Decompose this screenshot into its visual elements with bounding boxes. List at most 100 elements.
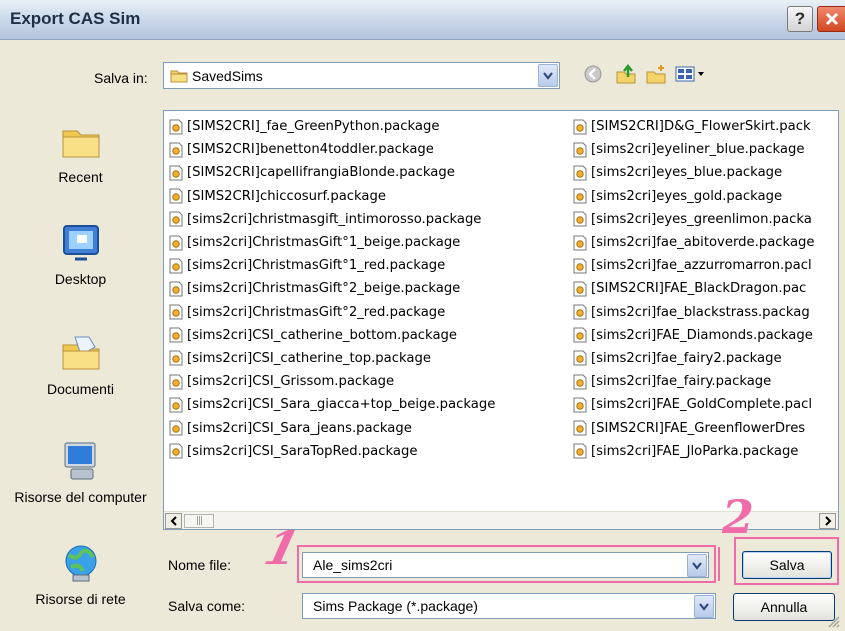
file-name: [SIMS2CRI]FAE_GreenflowerDres	[591, 420, 806, 436]
place-documenti[interactable]: Documenti	[8, 331, 153, 398]
list-item[interactable]: [SIMS2CRI]FAE_GreenflowerDres	[572, 416, 838, 439]
list-item[interactable]: [sims2cri]christmasgift_intimorosso.pack…	[168, 208, 572, 231]
file-name: [SIMS2CRI]chiccosurf.package	[187, 188, 386, 204]
savetype-dropdown[interactable]: Sims Package (*.package)	[302, 593, 716, 619]
up-folder-icon[interactable]	[615, 63, 637, 86]
list-item[interactable]: [sims2cri]fae_azzurromarron.pacl	[572, 254, 838, 277]
file-name: [sims2cri]ChristmasGift°1_beige.package	[187, 235, 461, 251]
package-file-icon	[169, 397, 183, 413]
file-name: [sims2cri]FAE_JloParka.package	[591, 443, 799, 459]
list-item[interactable]: [sims2cri]ChristmasGift°1_red.package	[168, 254, 572, 277]
place-label: Documenti	[47, 381, 114, 397]
file-name: [sims2cri]ChristmasGift°2_beige.package	[187, 281, 461, 297]
package-file-icon	[169, 443, 183, 459]
list-item[interactable]: [sims2cri]ChristmasGift°2_red.package	[168, 301, 572, 324]
list-item[interactable]: [sims2cri]FAE_JloParka.package	[572, 440, 838, 463]
list-item[interactable]: [sims2cri]FAE_Diamonds.package	[572, 324, 838, 347]
place-label: Desktop	[54, 271, 107, 287]
file-name: [SIMS2CRI]_fae_GreenPython.package	[187, 119, 440, 135]
views-menu-icon[interactable]	[675, 64, 707, 86]
list-item[interactable]: [sims2cri]fae_fairy.package	[572, 370, 838, 393]
package-file-icon	[169, 188, 183, 204]
list-item[interactable]: [sims2cri]CSI_Sara_giacca+top_beige.pack…	[168, 393, 572, 416]
recent-folder-icon	[59, 119, 103, 163]
place-network[interactable]: Risorse di rete	[8, 541, 153, 608]
file-name: [sims2cri]fae_azzurromarron.pacl	[591, 258, 812, 274]
list-item[interactable]: [SIMS2CRI]capellifrangiaBlonde.package	[168, 161, 572, 184]
help-button[interactable]: ?	[787, 6, 813, 32]
list-item[interactable]: [sims2cri]CSI_Sara_jeans.package	[168, 416, 572, 439]
package-file-icon	[573, 443, 587, 459]
file-list[interactable]: [SIMS2CRI]_fae_GreenPython.package [SIMS2…	[163, 110, 839, 530]
thumb-grip: |||	[195, 516, 203, 526]
package-file-icon	[573, 211, 587, 227]
chevron-down-icon[interactable]	[538, 64, 558, 87]
savetype-value: Sims Package (*.package)	[313, 598, 478, 614]
list-item[interactable]: [sims2cri]eyeliner_blue.package	[572, 138, 838, 161]
list-item[interactable]: [sims2cri]eyes_greenlimon.packa	[572, 208, 838, 231]
list-item[interactable]: [SIMS2CRI]FAE_BlackDragon.pac	[572, 277, 838, 300]
file-column-1: [SIMS2CRI]_fae_GreenPython.package [SIMS2…	[168, 115, 572, 463]
list-item[interactable]: [sims2cri]CSI_catherine_top.package	[168, 347, 572, 370]
list-item[interactable]: [SIMS2CRI]_fae_GreenPython.package	[168, 115, 572, 138]
package-file-icon	[169, 327, 183, 343]
chevron-down-icon[interactable]	[694, 595, 714, 618]
list-item[interactable]: [SIMS2CRI]chiccosurf.package	[168, 185, 572, 208]
network-places-icon	[59, 541, 103, 585]
package-file-icon	[169, 258, 183, 274]
package-file-icon	[573, 420, 587, 436]
file-name: [sims2cri]eyes_greenlimon.packa	[591, 211, 812, 227]
folder-icon	[170, 68, 188, 86]
documents-folder-icon	[59, 331, 103, 375]
list-item[interactable]: [sims2cri]ChristmasGift°2_beige.package	[168, 277, 572, 300]
list-item[interactable]: [sims2cri]ChristmasGift°1_beige.package	[168, 231, 572, 254]
savetype-label: Salva come:	[168, 598, 246, 614]
file-name: [sims2cri]fae_fairy2.package	[591, 350, 782, 366]
resize-grip-icon[interactable]	[826, 614, 840, 628]
list-item[interactable]: [sims2cri]CSI_SaraTopRed.package	[168, 440, 572, 463]
place-recent[interactable]: Recent	[8, 119, 153, 186]
scroll-left-button[interactable]	[165, 513, 182, 529]
list-item[interactable]: [sims2cri]fae_abitoverde.package	[572, 231, 838, 254]
package-file-icon	[169, 119, 183, 135]
place-label: Risorse di rete	[35, 591, 126, 607]
list-item[interactable]: [sims2cri]fae_blackstrass.packag	[572, 301, 838, 324]
file-name: [sims2cri]christmasgift_intimorosso.pack…	[187, 211, 482, 227]
list-item[interactable]: [SIMS2CRI]benetton4toddler.package	[168, 138, 572, 161]
scroll-right-button[interactable]	[819, 513, 836, 529]
place-computer[interactable]: Risorse del computer	[8, 439, 153, 506]
close-button[interactable]	[817, 6, 845, 32]
list-item[interactable]: [sims2cri]CSI_Grissom.package	[168, 370, 572, 393]
file-name: [SIMS2CRI]FAE_BlackDragon.pac	[591, 281, 807, 297]
place-desktop[interactable]: Desktop	[8, 221, 153, 288]
title-bar[interactable]: Export CAS Sim ?	[0, 0, 845, 40]
cancel-button[interactable]: Annulla	[733, 593, 835, 621]
list-item[interactable]: [sims2cri]eyes_blue.package	[572, 161, 838, 184]
new-folder-icon[interactable]	[645, 64, 667, 86]
list-item[interactable]: [sims2cri]FAE_GoldComplete.pacl	[572, 393, 838, 416]
scroll-thumb[interactable]: |||	[184, 514, 214, 528]
package-file-icon	[573, 119, 587, 135]
close-icon	[825, 12, 839, 26]
package-file-icon	[169, 281, 183, 297]
package-file-icon	[573, 350, 587, 366]
file-name: [SIMS2CRI]benetton4toddler.package	[187, 142, 434, 158]
save-in-label: Salva in:	[94, 70, 148, 86]
file-name: [sims2cri]FAE_GoldComplete.pacl	[591, 397, 813, 413]
file-name: [sims2cri]eyes_blue.package	[591, 165, 783, 181]
places-bar: Recent Desktop Documenti Risorse del com…	[8, 97, 153, 625]
list-item[interactable]: [sims2cri]fae_fairy2.package	[572, 347, 838, 370]
save-in-dropdown[interactable]: SavedSims	[163, 62, 560, 89]
package-file-icon	[573, 327, 587, 343]
list-item[interactable]: [sims2cri]CSI_catherine_bottom.package	[168, 324, 572, 347]
package-file-icon	[573, 235, 587, 251]
list-item[interactable]: [sims2cri]eyes_gold.package	[572, 185, 838, 208]
annotation-step-2: 2	[722, 490, 755, 544]
my-computer-icon	[59, 439, 103, 483]
package-file-icon	[169, 350, 183, 366]
back-icon[interactable]	[583, 64, 605, 86]
file-name: [sims2cri]ChristmasGift°1_red.package	[187, 258, 446, 274]
file-name: [sims2cri]CSI_SaraTopRed.package	[187, 443, 418, 459]
file-name: [sims2cri]ChristmasGift°2_red.package	[187, 304, 446, 320]
list-item[interactable]: [SIMS2CRI]D&G_FlowerSkirt.pack	[572, 115, 838, 138]
